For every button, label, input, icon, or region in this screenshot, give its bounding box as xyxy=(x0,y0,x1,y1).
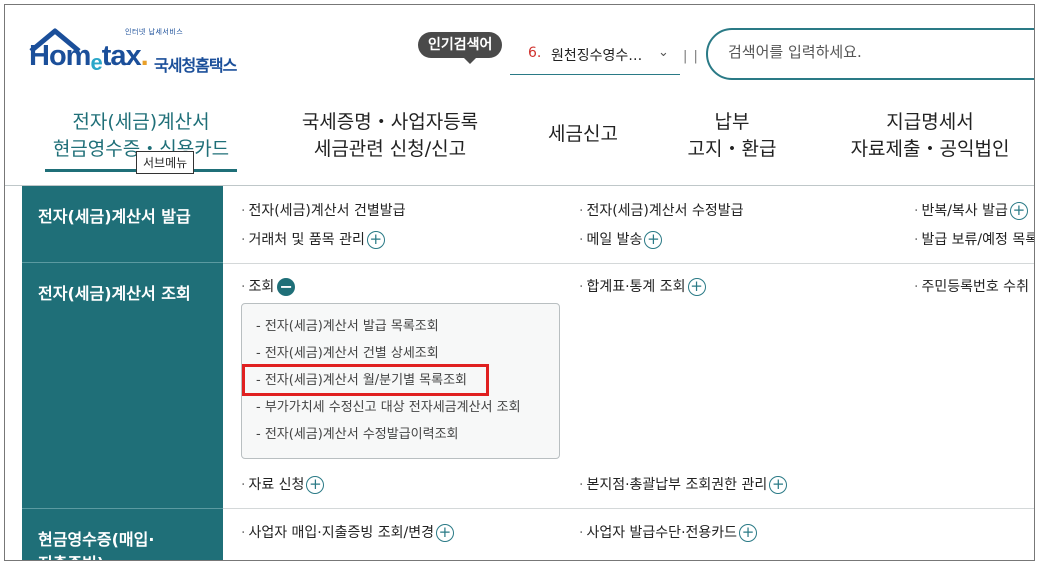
search-input[interactable] xyxy=(728,43,1028,61)
sidebar-item-inquiry[interactable]: 전자(세금)계산서 조회 xyxy=(22,282,223,306)
sidebar-item-cash-receipt[interactable]: 현금영수증(매입·지출증빙) xyxy=(22,528,223,560)
logo-korean-name: 국세청홈택스 xyxy=(154,56,237,75)
popular-search-ticker[interactable]: 6. 원천징수영수… ⌄ xyxy=(510,41,680,75)
chevron-down-icon[interactable]: ⌄ xyxy=(658,45,669,60)
browser-frame: 인터넷 납세서비스 Hometax. 국세청홈택스 인기검색어 6. 원천징수영… xyxy=(4,4,1035,561)
category-sidebar: 전자(세금)계산서 발급 전자(세금)계산서 조회 현금영수증(매입·지출증빙) xyxy=(22,186,223,560)
rank-text[interactable]: 원천징수영수… xyxy=(551,45,642,65)
tab-payment[interactable]: 납부 고지・환급 xyxy=(677,109,787,163)
tab-tax-filing[interactable]: 세금신고 xyxy=(533,121,633,148)
link-partner-items[interactable]: · 거래처 및 품목 관리 + xyxy=(241,230,385,250)
expand-plus-icon[interactable]: + xyxy=(306,476,325,494)
link-mail-send[interactable]: · 메일 발송 + xyxy=(579,230,663,250)
expand-plus-icon[interactable]: + xyxy=(739,524,758,542)
expand-plus-icon[interactable]: + xyxy=(687,278,706,296)
tab-payment-statement[interactable]: 지급명세서 자료제출・공익법인 xyxy=(840,109,1020,163)
link-resident-number-receipt[interactable]: · 주민등록번호 수취 xyxy=(914,277,1029,297)
row-divider xyxy=(223,508,1034,509)
hometax-logo[interactable]: 인터넷 납세서비스 Hometax. 국세청홈택스 xyxy=(25,25,265,77)
link-repeat-copy-issue[interactable]: · 반복/복사 발급 + xyxy=(914,201,1028,221)
submenu-item-amend-history[interactable]: - 전자(세금)계산서 수정발급이력조회 xyxy=(256,426,459,444)
highlight-box xyxy=(242,364,489,396)
logo-tagline: 인터넷 납세서비스 xyxy=(125,28,184,36)
pause-icon[interactable]: | | xyxy=(683,49,699,64)
search-box[interactable] xyxy=(706,28,1034,80)
row-divider xyxy=(223,263,1034,264)
submenu-item-vat-amend-target[interactable]: - 부가가치세 수정신고 대상 전자세금계산서 조회 xyxy=(256,399,521,417)
link-issue-means-card[interactable]: · 사업자 발급수단·전용카드 + xyxy=(579,523,758,543)
expand-plus-icon[interactable]: + xyxy=(644,231,663,249)
link-inquiry[interactable]: · 조회 − xyxy=(241,277,296,297)
link-summary-stats[interactable]: · 합계표·통계 조회 + xyxy=(579,277,706,297)
submenu-item-issue-list[interactable]: - 전자(세금)계산서 발급 목록조회 xyxy=(256,318,439,336)
link-single-issue[interactable]: · 전자(세금)계산서 건별발급 xyxy=(241,201,406,221)
sidebar-divider xyxy=(22,262,223,263)
link-business-purchase-inquiry[interactable]: · 사업자 매입·지출증빙 조회/변경 + xyxy=(241,523,454,543)
expand-plus-icon[interactable]: + xyxy=(769,476,788,494)
submenu-tooltip: 서브메뉴 xyxy=(136,151,195,174)
expand-plus-icon[interactable]: + xyxy=(435,524,454,542)
collapse-minus-icon[interactable]: − xyxy=(277,278,296,296)
logo-brand: Hometax. xyxy=(29,40,149,75)
sidebar-divider xyxy=(22,508,223,509)
expand-plus-icon[interactable]: + xyxy=(1009,202,1028,220)
link-hold-scheduled-list[interactable]: · 발급 보류/예정 목록 xyxy=(914,230,1034,250)
submenu-item-detail[interactable]: - 전자(세금)계산서 건별 상세조회 xyxy=(256,345,439,363)
expand-plus-icon[interactable]: + xyxy=(366,231,385,249)
popular-search-badge: 인기검색어 xyxy=(418,32,503,64)
link-branch-permission[interactable]: · 본지점·총괄납부 조회권한 관리 + xyxy=(579,475,788,495)
sidebar-item-issue[interactable]: 전자(세금)계산서 발급 xyxy=(22,205,223,229)
link-amend-issue[interactable]: · 전자(세금)계산서 수정발급 xyxy=(579,201,744,221)
tab-certificates-registration[interactable]: 국세증명・사업자등록 세금관련 신청/신고 xyxy=(285,109,495,163)
link-data-request[interactable]: · 자료 신청 + xyxy=(241,475,325,495)
rank-number: 6. xyxy=(528,45,542,61)
